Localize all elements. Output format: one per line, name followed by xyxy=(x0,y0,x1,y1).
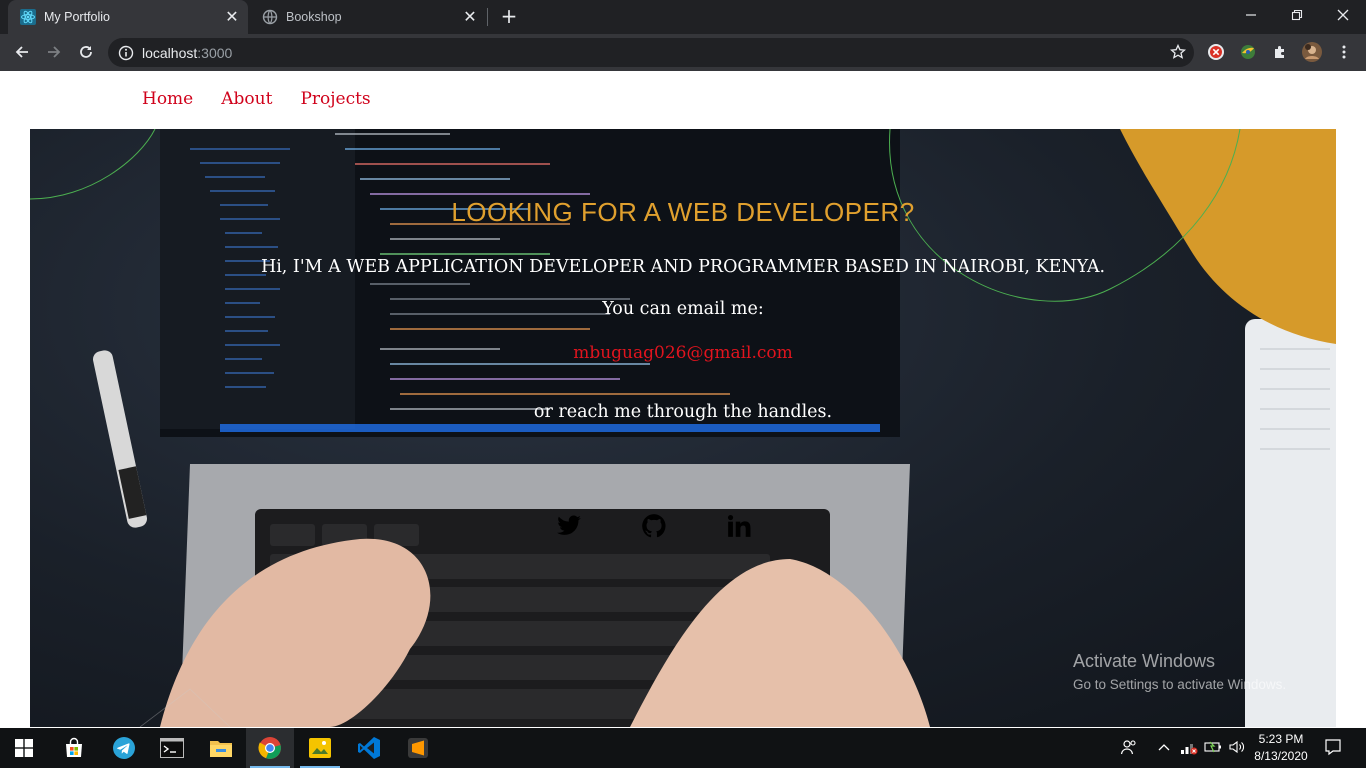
battery-icon[interactable] xyxy=(1204,738,1222,756)
adblock-extension-icon[interactable] xyxy=(1205,41,1227,63)
hero-section: LOOKING FOR A WEB DEVELOPER? Hi, I'M A W… xyxy=(30,129,1336,727)
nav-link-home[interactable]: Home xyxy=(142,89,193,109)
vscode-icon[interactable] xyxy=(345,728,393,768)
clock-time: 5:23 PM xyxy=(1258,732,1304,746)
people-icon[interactable] xyxy=(1120,738,1138,756)
email-link[interactable]: mbuguag026@gmail.com xyxy=(30,343,1336,363)
linkedin-icon[interactable] xyxy=(726,513,752,539)
nav-link-projects[interactable]: Projects xyxy=(300,89,370,109)
address-bar[interactable]: localhost:3000 xyxy=(108,38,1194,67)
tab-title: Bookshop xyxy=(286,10,342,24)
browser-toolbar: localhost:3000 xyxy=(0,34,1366,71)
tab-title: My Portfolio xyxy=(44,10,110,24)
browser-tab-bar: My Portfolio ✕ Bookshop ✕ + xyxy=(0,0,1366,34)
back-button[interactable] xyxy=(10,40,34,64)
reach-text: or reach me through the handles. xyxy=(533,402,833,422)
url-text: localhost:3000 xyxy=(142,44,233,61)
hero-intro: Hi, I'M A WEB APPLICATION DEVELOPER AND … xyxy=(260,257,1106,277)
site-nav: Home About Projects xyxy=(142,89,371,109)
new-tab-button[interactable]: + xyxy=(498,5,520,27)
hero-headline: LOOKING FOR A WEB DEVELOPER? xyxy=(451,197,915,227)
show-hidden-icons-chevron-icon[interactable] xyxy=(1155,738,1173,756)
browser-menu-icon[interactable] xyxy=(1333,41,1355,63)
windows-taskbar: 5:23 PM 8/13/2020 xyxy=(0,728,1366,768)
system-clock[interactable]: 5:23 PM 8/13/2020 xyxy=(1248,731,1314,765)
sublime-icon[interactable] xyxy=(394,728,442,768)
github-icon[interactable] xyxy=(641,513,667,539)
tab-bookshop[interactable]: Bookshop ✕ xyxy=(250,0,486,34)
watermark-title: Activate Windows xyxy=(1073,651,1216,671)
close-window-button[interactable] xyxy=(1320,0,1366,30)
watermark-subtitle: Go to Settings to activate Windows. xyxy=(1073,677,1287,692)
file-explorer-icon[interactable] xyxy=(197,728,245,768)
start-icon[interactable] xyxy=(0,728,48,768)
telegram-icon[interactable] xyxy=(100,728,148,768)
profile-avatar[interactable] xyxy=(1301,41,1323,63)
volume-icon[interactable] xyxy=(1228,738,1246,756)
forward-button[interactable] xyxy=(42,40,66,64)
activate-windows-watermark: Activate Windows Go to Settings to activ… xyxy=(1073,651,1286,692)
restore-button[interactable] xyxy=(1274,0,1320,30)
react-favicon-icon xyxy=(20,9,36,25)
nav-link-about[interactable]: About xyxy=(221,89,272,109)
tab-my-portfolio[interactable]: My Portfolio ✕ xyxy=(8,0,248,34)
web-page: Home About Projects LOOKING FOR A WEB DE… xyxy=(0,71,1366,727)
close-tab-icon[interactable]: ✕ xyxy=(460,7,480,27)
store-icon[interactable] xyxy=(50,728,98,768)
twitter-icon[interactable] xyxy=(556,513,582,539)
site-info-icon[interactable] xyxy=(118,45,134,61)
close-tab-icon[interactable]: ✕ xyxy=(222,7,242,27)
terminal-icon[interactable] xyxy=(148,728,196,768)
email-label: You can email me: xyxy=(602,299,764,319)
network-disconnected-icon[interactable] xyxy=(1180,738,1198,756)
chrome-icon[interactable] xyxy=(246,728,294,768)
bookmark-star-icon[interactable] xyxy=(1169,43,1187,64)
reload-button[interactable] xyxy=(74,40,98,64)
social-links xyxy=(556,513,756,539)
tab-divider xyxy=(487,8,488,26)
minimize-button[interactable] xyxy=(1228,0,1274,30)
globe-icon xyxy=(262,9,278,25)
notification-center-icon[interactable] xyxy=(1324,738,1342,756)
extensions-puzzle-icon[interactable] xyxy=(1269,41,1291,63)
extension-icon[interactable] xyxy=(1237,41,1259,63)
image-viewer-icon[interactable] xyxy=(296,728,344,768)
clock-date: 8/13/2020 xyxy=(1254,749,1308,763)
